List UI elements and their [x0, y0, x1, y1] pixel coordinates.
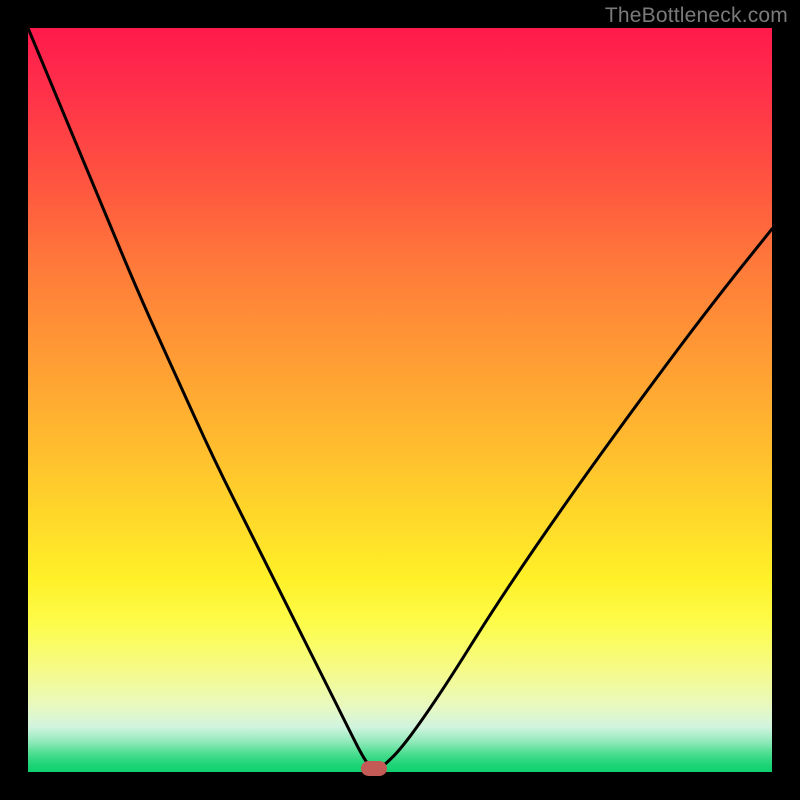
chart-area [28, 28, 772, 772]
optimal-point-marker [361, 761, 387, 776]
watermark-text: TheBottleneck.com [605, 4, 788, 28]
bottleneck-curve [28, 28, 772, 772]
curve-path [28, 28, 772, 770]
